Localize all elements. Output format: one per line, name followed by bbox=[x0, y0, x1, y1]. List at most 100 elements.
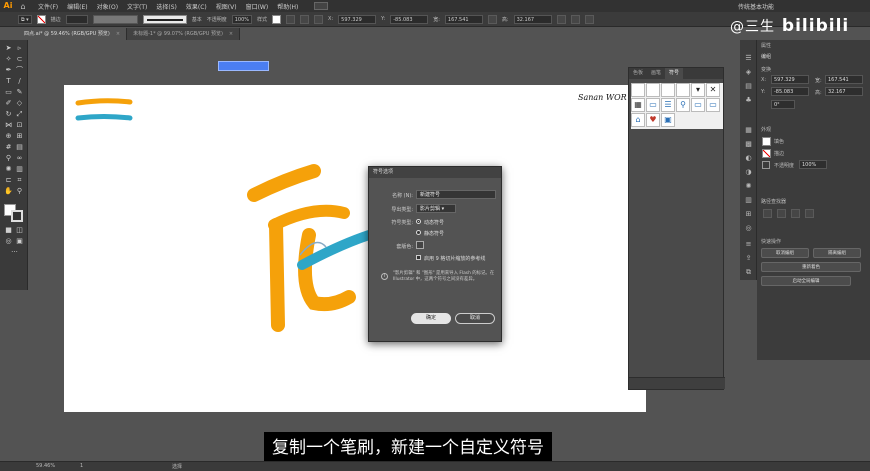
blank-symbol-icon[interactable]: ▭ bbox=[691, 98, 705, 112]
align-icon[interactable] bbox=[300, 14, 310, 24]
menu-effect[interactable]: 效果(C) bbox=[186, 2, 207, 11]
stroke-color-icon[interactable] bbox=[11, 210, 23, 222]
opacity-field[interactable]: 100% bbox=[231, 14, 253, 24]
menu-select[interactable]: 选择(S) bbox=[156, 2, 177, 11]
search-symbol-icon[interactable]: ⚲ bbox=[676, 98, 690, 112]
symbol-item[interactable] bbox=[646, 83, 660, 97]
orange-brush-left[interactable] bbox=[269, 218, 285, 332]
curvature-tool-icon[interactable]: ⌒ bbox=[15, 66, 24, 75]
close-symbol-icon[interactable]: ✕ bbox=[706, 83, 720, 97]
ungroup-button[interactable]: 取消编组 bbox=[761, 248, 809, 258]
hand-tool-icon[interactable]: ✋ bbox=[4, 187, 13, 196]
tab-symbols[interactable]: 符号 bbox=[665, 68, 684, 79]
symbol-item[interactable] bbox=[661, 83, 675, 97]
graphic-styles-icon[interactable]: ▥ bbox=[744, 196, 753, 205]
artboard-number[interactable]: 1 bbox=[80, 463, 83, 469]
export-type-select[interactable]: 影片剪辑 ▾ bbox=[416, 204, 456, 213]
ok-button[interactable]: 确定 bbox=[411, 313, 451, 324]
menu-help[interactable]: 帮助(H) bbox=[277, 2, 298, 11]
link-icon[interactable] bbox=[487, 14, 497, 24]
recolor-button[interactable]: 重新着色 bbox=[761, 262, 861, 272]
arrange-documents-button[interactable] bbox=[314, 2, 329, 10]
workspace-switcher[interactable]: 传统基本功能 bbox=[738, 2, 774, 11]
menu-view[interactable]: 视图(V) bbox=[216, 2, 237, 11]
recolor-icon[interactable] bbox=[286, 14, 296, 24]
x-input[interactable]: 597.329 bbox=[771, 75, 809, 84]
intersect-icon[interactable] bbox=[791, 209, 800, 218]
menu-type[interactable]: 文字(T) bbox=[127, 2, 147, 11]
symbol-item[interactable] bbox=[676, 83, 690, 97]
scale-tool-icon[interactable]: ⤢ bbox=[15, 110, 24, 119]
libraries-icon[interactable]: ▤ bbox=[744, 82, 753, 91]
orange-brush-middle[interactable] bbox=[268, 204, 350, 231]
close-icon[interactable]: × bbox=[116, 31, 120, 37]
blend-tool-icon[interactable]: ∞ bbox=[15, 154, 24, 163]
selected-brush-copy[interactable] bbox=[218, 61, 269, 71]
registration-grid-icon[interactable] bbox=[416, 241, 424, 249]
cart-symbol-icon[interactable]: ▣ bbox=[661, 113, 675, 127]
fill-swatch[interactable] bbox=[762, 137, 771, 146]
paintbrush-icon[interactable]: ✎ bbox=[15, 88, 24, 97]
pen-tool-icon[interactable]: ✒ bbox=[4, 66, 13, 75]
nine-slice-checkbox[interactable] bbox=[416, 255, 421, 260]
blue-brush-sample[interactable] bbox=[75, 114, 133, 121]
artboard[interactable]: Sanan WOR bbox=[64, 85, 646, 412]
magic-wand-icon[interactable]: ✧ bbox=[4, 55, 13, 64]
shape-builder-icon[interactable]: ⊕ bbox=[4, 132, 13, 141]
mesh-tool-icon[interactable]: # bbox=[4, 143, 13, 152]
opacity-input[interactable]: 100% bbox=[799, 160, 827, 169]
dropdown-symbol-icon[interactable]: ▾ bbox=[691, 83, 705, 97]
menu-window[interactable]: 窗口(W) bbox=[246, 2, 269, 11]
draw-mode-icon[interactable]: ◎ bbox=[4, 237, 13, 246]
isolate-icon[interactable] bbox=[570, 14, 580, 24]
monitor-symbol-icon[interactable]: ▭ bbox=[646, 98, 660, 112]
color-icon[interactable]: ▦ bbox=[744, 126, 753, 135]
tab-brushes[interactable]: 画笔 bbox=[647, 68, 665, 79]
line-tool-icon[interactable]: / bbox=[15, 77, 24, 86]
minus-front-icon[interactable] bbox=[777, 209, 786, 218]
orange-brush-sample[interactable] bbox=[75, 98, 133, 106]
rectangle-tool-icon[interactable]: ▭ bbox=[4, 88, 13, 97]
tab-swatches[interactable]: 色板 bbox=[629, 68, 647, 79]
direct-selection-tool-icon[interactable]: ▹ bbox=[15, 44, 24, 53]
gradient-icon[interactable]: ◐ bbox=[744, 154, 753, 163]
panel-menu-icon[interactable] bbox=[584, 14, 594, 24]
height-field[interactable]: 32.167 bbox=[513, 14, 552, 24]
menu-edit[interactable]: 编辑(E) bbox=[67, 2, 87, 11]
h-input[interactable]: 32.167 bbox=[825, 87, 863, 96]
slice-tool-icon[interactable]: ⌗ bbox=[15, 176, 24, 185]
blank-symbol-icon[interactable]: ▭ bbox=[706, 98, 720, 112]
isolate-group-button[interactable]: 隔离编组 bbox=[813, 248, 861, 258]
symbol-sprayer-icon[interactable]: ✺ bbox=[4, 165, 13, 174]
artboard-tool-icon[interactable]: ⊏ bbox=[4, 176, 13, 185]
edit-toolbar-icon[interactable]: ··· bbox=[10, 248, 19, 257]
transparency-icon[interactable]: ◎ bbox=[744, 224, 753, 233]
gradient-tool-icon[interactable]: ▤ bbox=[15, 143, 24, 152]
perspective-grid-icon[interactable]: ⊞ bbox=[15, 132, 24, 141]
heart-symbol-icon[interactable]: ♥ bbox=[646, 113, 660, 127]
zoom-level[interactable]: 59.46% bbox=[36, 463, 55, 469]
stroke-panel-icon[interactable]: ≡ bbox=[744, 240, 753, 249]
stroke-swatch[interactable] bbox=[762, 149, 771, 158]
rotate-tool-icon[interactable]: ↻ bbox=[4, 110, 13, 119]
cancel-button[interactable]: 取消 bbox=[455, 313, 495, 324]
eyedropper-icon[interactable]: ⚲ bbox=[4, 154, 13, 163]
home-symbol-icon[interactable]: ⌂ bbox=[631, 113, 645, 127]
transform-icon[interactable] bbox=[556, 14, 566, 24]
links-icon[interactable]: ⧉ bbox=[744, 268, 753, 277]
orange-brush-top[interactable] bbox=[247, 164, 321, 202]
grid-symbol-icon[interactable]: ▦ bbox=[631, 98, 645, 112]
fill-swatch[interactable] bbox=[36, 14, 46, 24]
reference-point-icon[interactable] bbox=[314, 14, 324, 24]
graphic-style-swatch[interactable] bbox=[272, 14, 282, 24]
y-field[interactable]: -85.083 bbox=[390, 14, 429, 24]
object-type-dropdown[interactable]: ⧉ ▾ bbox=[18, 14, 32, 24]
swatches-icon[interactable]: ▩ bbox=[744, 140, 753, 149]
unite-icon[interactable] bbox=[763, 209, 772, 218]
artboards-icon[interactable]: ⊞ bbox=[744, 210, 753, 219]
exclude-icon[interactable] bbox=[805, 209, 814, 218]
close-icon[interactable]: × bbox=[229, 31, 233, 37]
w-input[interactable]: 167.541 bbox=[825, 75, 863, 84]
tab-document-1[interactable]: 四点.ai* @ 59.46% (RGB/GPU 预览) × bbox=[18, 28, 128, 40]
symbol-name-input[interactable]: 新建符号 bbox=[416, 190, 496, 199]
